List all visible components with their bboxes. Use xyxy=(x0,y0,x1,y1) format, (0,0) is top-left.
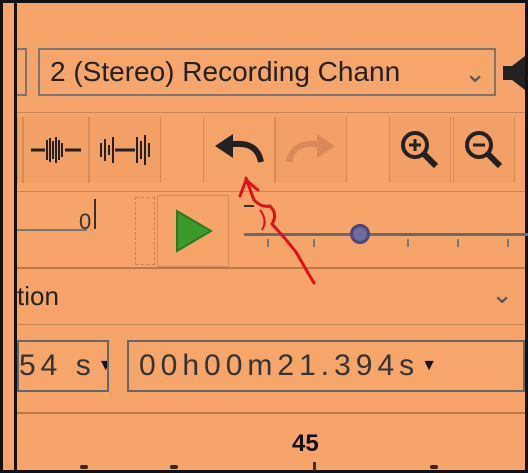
meter-zero-label: 0 xyxy=(79,209,92,234)
timeline-ruler-tick xyxy=(313,462,316,471)
zoom-out-button[interactable] xyxy=(453,117,515,183)
speed-slider-knob[interactable] xyxy=(350,224,370,244)
speed-minus-mark xyxy=(244,205,254,207)
host-dropdown-partial[interactable] xyxy=(17,48,27,96)
ruler-mark xyxy=(430,465,438,469)
speaker-icon[interactable] xyxy=(503,54,528,92)
recording-channels-label: 2 (Stereo) Recording Chann xyxy=(50,56,401,87)
silence-audio-button[interactable] xyxy=(89,117,161,183)
trim-audio-button[interactable] xyxy=(23,117,89,183)
meter-track xyxy=(17,229,87,231)
play-at-speed-button[interactable] xyxy=(157,195,229,267)
selection-mode-dropdown[interactable]: tion xyxy=(17,281,59,312)
chevron-down-icon[interactable]: ⌄ xyxy=(491,279,513,310)
chevron-down-icon: ⌄ xyxy=(464,58,486,88)
play-icon xyxy=(176,209,213,253)
slider-tick xyxy=(407,239,409,247)
undo-button[interactable] xyxy=(203,117,275,183)
device-toolbar: 2 (Stereo) Recording Chann ⌄ xyxy=(17,40,528,113)
toolbar-grip[interactable] xyxy=(135,197,155,265)
slider-tick xyxy=(457,239,459,247)
start-time-value: 54 s xyxy=(19,349,96,382)
play-at-speed-toolbar: 0 xyxy=(17,191,528,269)
meter-marker xyxy=(94,199,96,229)
recording-channels-dropdown[interactable]: 2 (Stereo) Recording Chann ⌄ xyxy=(38,48,496,96)
slider-tick xyxy=(507,239,509,247)
zoom-out-icon xyxy=(465,131,503,169)
zoom-in-icon xyxy=(401,131,439,169)
ruler-mark xyxy=(170,465,178,469)
zoom-in-button[interactable] xyxy=(389,117,451,183)
slider-tick xyxy=(313,239,315,247)
start-time-field[interactable]: 54 s▼ xyxy=(17,340,109,392)
end-time-field[interactable]: 00h00m21.394s ▼ xyxy=(127,340,525,392)
redo-icon xyxy=(286,134,335,163)
silence-audio-icon xyxy=(100,135,150,165)
ruler-mark xyxy=(80,465,88,469)
undo-icon xyxy=(215,134,264,163)
edit-toolbar xyxy=(17,113,525,192)
redo-button[interactable] xyxy=(275,117,347,183)
time-format-arrow-icon[interactable]: ▼ xyxy=(421,357,437,375)
trim-audio-icon xyxy=(31,137,81,163)
timeline-ruler-label: 45 xyxy=(292,430,319,457)
selection-time-row: 54 s▼ 00h00m21.394s▼ xyxy=(17,324,525,414)
end-time-value: 00h00m21.394s xyxy=(139,349,420,382)
time-format-arrow-icon[interactable]: ▼ xyxy=(98,357,107,375)
speed-slider-track[interactable] xyxy=(244,233,528,236)
slider-tick xyxy=(267,239,269,247)
selection-mode-row: tion ⌄ xyxy=(17,269,525,325)
